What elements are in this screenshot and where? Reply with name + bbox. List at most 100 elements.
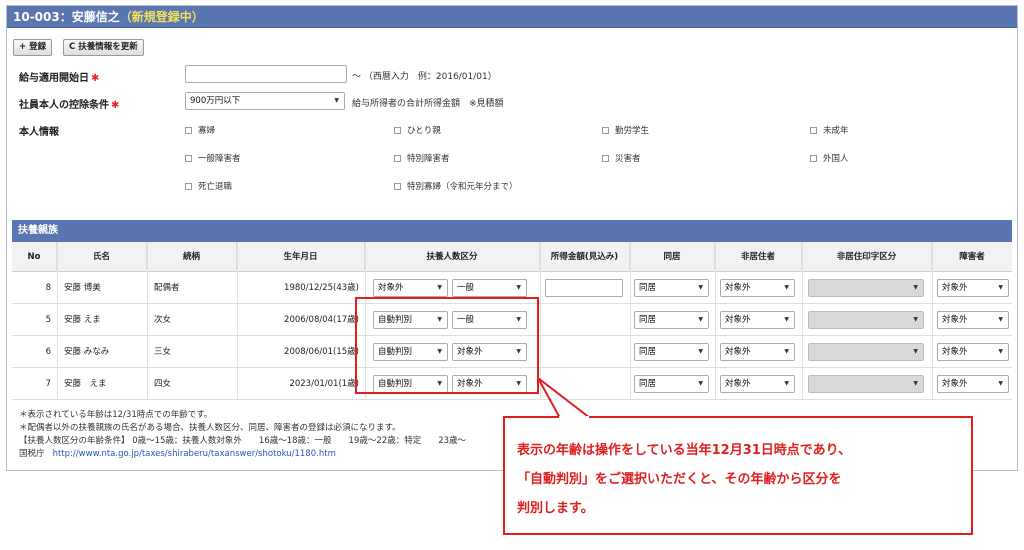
dependent-type-select[interactable]: 一般 ▼: [452, 279, 527, 297]
row-relation: 四女: [154, 379, 172, 389]
disability-select[interactable]: 対象外 ▼: [937, 279, 1009, 297]
chevron-down-icon: ▼: [913, 316, 918, 323]
checkbox-disaster[interactable]: 災害者: [602, 152, 641, 164]
nonresident-select[interactable]: 対象外 ▼: [720, 279, 795, 297]
dependent-class-select[interactable]: 対象外 ▼: [373, 279, 448, 297]
chevron-down-icon: ▼: [998, 348, 1003, 355]
checkbox-disabled-general[interactable]: 一般障害者: [185, 152, 241, 164]
select-value: 対象外: [725, 315, 751, 325]
employee-title: 10-003：安藤信之: [13, 10, 120, 24]
deduction-label: 社員本人の控除条件 ✱: [19, 96, 119, 111]
callout-arrow-join: [559, 416, 589, 419]
chevron-down-icon: ▼: [784, 316, 789, 323]
checkbox-icon: [394, 155, 401, 162]
checkbox-icon: [602, 127, 609, 134]
note-age: ＊表示されている年齢は12/31時点での年齢です。: [19, 410, 213, 420]
checkbox-icon: [185, 155, 192, 162]
table-header: No 氏名 続柄 生年月日 扶養人数区分 所得金額(見込み) 同居 非居住者 非…: [12, 242, 1012, 272]
checkbox-disabled-special[interactable]: 特別障害者: [394, 152, 450, 164]
row-name: 安藤 みなみ: [64, 347, 110, 357]
checkbox-widow[interactable]: 寡婦: [185, 124, 215, 136]
row-relation: 三女: [154, 347, 172, 357]
deduction-select[interactable]: 900万円以下 ▼: [185, 92, 345, 110]
checkbox-label: 一般障害者: [198, 154, 241, 164]
column-header-birthdate: 生年月日: [237, 242, 365, 272]
register-button[interactable]: + 登録: [13, 39, 53, 56]
checkbox-foreigner[interactable]: 外国人: [810, 152, 849, 164]
cohabit-select[interactable]: 同居 ▼: [634, 343, 709, 361]
disability-select[interactable]: 対象外 ▼: [937, 375, 1009, 393]
chevron-down-icon: ▼: [913, 380, 918, 387]
checkbox-icon: [602, 155, 609, 162]
deduction-hint: 給与所得者の合計所得金額 ※見積額: [352, 99, 504, 109]
select-value: 対象外: [942, 379, 968, 389]
highlight-box: [355, 297, 539, 394]
nonresident-select[interactable]: 対象外 ▼: [720, 343, 795, 361]
chevron-down-icon: ▼: [516, 284, 521, 291]
column-header-no: No: [12, 242, 57, 272]
row-birthdate: 1980/12/25(43歳): [284, 283, 359, 293]
checkbox-special-widow[interactable]: 特別寡婦（令和元年分まで）: [394, 180, 518, 192]
disability-select[interactable]: 対象外 ▼: [937, 343, 1009, 361]
column-divider: [715, 242, 716, 400]
nta-link[interactable]: http://www.nta.go.jp/taxes/shiraberu/tax…: [53, 449, 336, 459]
chevron-down-icon: ▼: [998, 380, 1003, 387]
cohabit-select[interactable]: 同居 ▼: [634, 375, 709, 393]
column-header-disability: 障害者: [959, 252, 985, 262]
select-value: 同居: [639, 347, 657, 357]
row-birthdate: 2006/08/04(17歳): [284, 315, 359, 325]
cohabit-select[interactable]: 同居 ▼: [634, 311, 709, 329]
checkbox-minor[interactable]: 未成年: [810, 124, 849, 136]
chevron-down-icon: ▼: [784, 284, 789, 291]
select-value: 同居: [639, 379, 657, 389]
checkbox-label: 勤労学生: [615, 126, 650, 136]
start-date-input[interactable]: [185, 65, 347, 83]
deduction-value: 900万円以下: [190, 96, 241, 106]
callout-line: 「自動判別」をご選択いただくと、その年齢から区分を: [517, 472, 842, 487]
checkbox-label: 死亡退職: [198, 182, 233, 192]
income-input[interactable]: [545, 279, 623, 297]
chevron-down-icon: ▼: [784, 348, 789, 355]
plus-icon: +: [19, 42, 27, 52]
column-header-nonresident-print: 非居住印字区分: [802, 242, 932, 272]
checkbox-single-parent[interactable]: ひとり親: [394, 124, 441, 136]
required-mark: ✱: [111, 100, 120, 111]
row-relation: 配偶者: [154, 283, 180, 293]
nonresident-print-select: ▼: [808, 343, 924, 361]
chevron-down-icon: ▼: [998, 316, 1003, 323]
nonresident-print-select: ▼: [808, 375, 924, 393]
column-divider: [540, 242, 541, 400]
checkbox-label: 未成年: [823, 126, 849, 136]
column-divider: [802, 242, 803, 400]
cohabit-select[interactable]: 同居 ▼: [634, 279, 709, 297]
nonresident-select[interactable]: 対象外 ▼: [720, 375, 795, 393]
start-date-label: 給与適用開始日 ✱: [19, 69, 99, 84]
nonresident-select[interactable]: 対象外 ▼: [720, 311, 795, 329]
page-title: 10-003：安藤信之（新規登録中）: [7, 6, 1017, 28]
checkbox-label: 寡婦: [198, 126, 216, 136]
column-divider: [237, 242, 238, 400]
select-value: 対象外: [725, 379, 751, 389]
select-value: 対象外: [725, 283, 751, 293]
employee-form-panel: 10-003：安藤信之（新規登録中） + 登録 C 扶養情報を更新 給与適用開始日 ✱…: [6, 5, 1018, 471]
checkbox-icon: [394, 127, 401, 134]
checkbox-death-retirement[interactable]: 死亡退職: [185, 180, 232, 192]
checkbox-icon: [810, 155, 817, 162]
nonresident-print-select: ▼: [808, 311, 924, 329]
select-value: 同居: [639, 315, 657, 325]
row-birthdate: 2023/01/01(1歳): [289, 379, 359, 389]
column-divider: [57, 242, 58, 400]
chevron-down-icon: ▼: [698, 316, 703, 323]
column-header-relation: 続柄: [147, 242, 237, 272]
refresh-dependents-button[interactable]: C 扶養情報を更新: [63, 39, 144, 56]
select-value: 同居: [639, 283, 657, 293]
column-divider: [630, 242, 631, 400]
disability-select[interactable]: 対象外 ▼: [937, 311, 1009, 329]
checkbox-label: ひとり親: [407, 126, 441, 136]
start-date-hint: 〜 （西暦入力 例：2016/01/01）: [352, 72, 497, 82]
checkbox-working-student[interactable]: 勤労学生: [602, 124, 649, 136]
row-name: 安藤 えま: [64, 315, 101, 325]
callout-line: 表示の年齢は操作をしている当年12月31日時点であり、: [517, 443, 852, 458]
chevron-down-icon: ▼: [784, 380, 789, 387]
nta-label: 国税庁: [19, 449, 45, 459]
